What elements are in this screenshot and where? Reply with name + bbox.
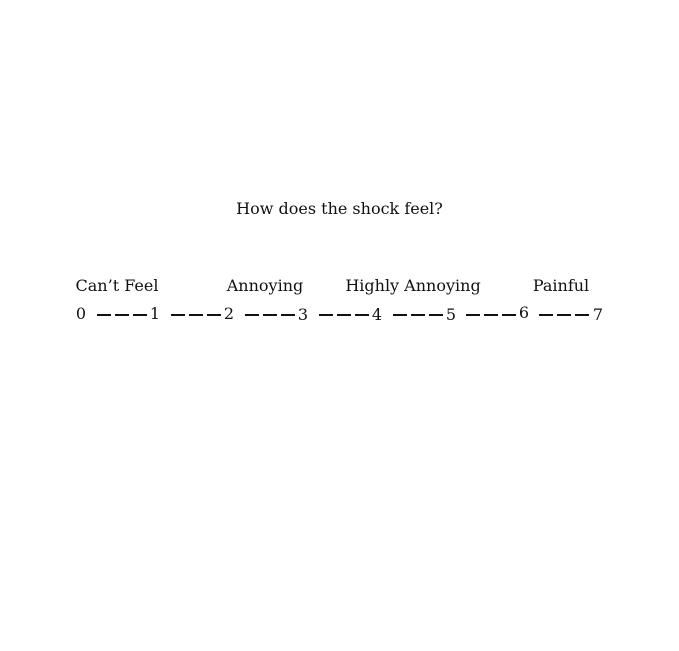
scale-dash [337, 314, 351, 316]
scale-dash [502, 314, 516, 316]
scale-point-1[interactable]: 1 [148, 304, 162, 324]
scale-dash [189, 314, 203, 316]
scale-dash [355, 314, 369, 316]
scale-dash [484, 314, 498, 316]
scale-dash [411, 314, 425, 316]
scale-dash [393, 314, 407, 316]
scale-point-3[interactable]: 3 [296, 305, 310, 325]
scale-dash [97, 314, 111, 316]
scale-dash [539, 314, 553, 316]
scale-point-5[interactable]: 5 [444, 305, 458, 325]
scale-point-7[interactable]: 7 [591, 305, 605, 325]
anchor-annoying: Annoying [226, 276, 304, 295]
scale-point-2[interactable]: 2 [222, 304, 236, 324]
scale-dash [429, 314, 443, 316]
scale-dash [207, 314, 221, 316]
scale-dash [263, 314, 277, 316]
scale-point-0[interactable]: 0 [74, 304, 88, 324]
rating-question: How does the shock feel? [236, 199, 443, 218]
scale-dash [245, 314, 259, 316]
scale-dash [557, 314, 571, 316]
anchor-painful: Painful [532, 276, 590, 295]
scale-dash [171, 314, 185, 316]
scale-dash [466, 314, 480, 316]
scale-point-6[interactable]: 6 [517, 303, 531, 323]
scale-dash [115, 314, 129, 316]
anchor-highly-annoying: Highly Annoying [345, 276, 481, 295]
anchor-cant-feel: Can’t Feel [75, 276, 159, 295]
scale-dash [319, 314, 333, 316]
scale-dash [575, 314, 589, 316]
scale-point-4[interactable]: 4 [370, 305, 384, 325]
scale-dash [281, 314, 295, 316]
scale-dash [133, 314, 147, 316]
